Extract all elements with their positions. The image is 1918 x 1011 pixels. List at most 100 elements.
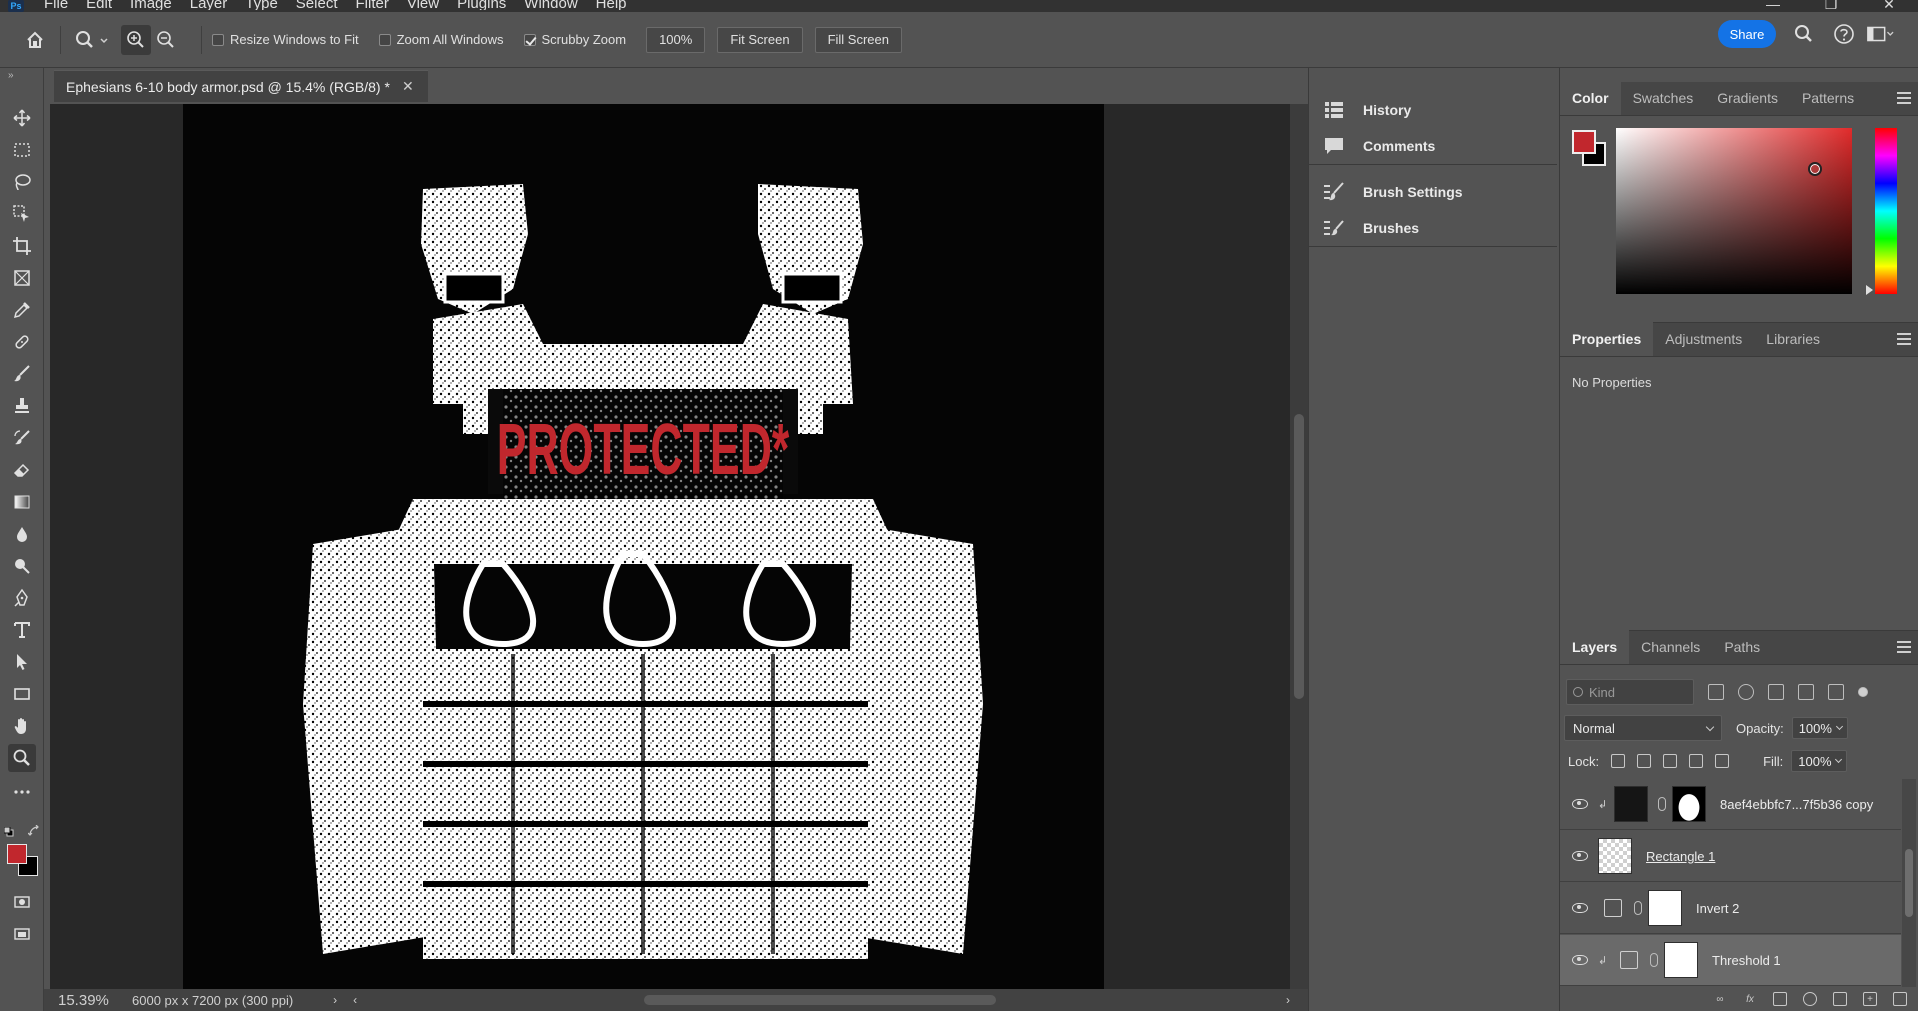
zoom-tool[interactable]	[8, 744, 36, 772]
panel-menu-icon[interactable]	[1897, 92, 1911, 107]
menu-layer[interactable]: Layer	[190, 0, 228, 10]
tab-swatches[interactable]: Swatches	[1621, 81, 1706, 115]
menu-select[interactable]: Select	[296, 0, 338, 10]
new-group-folder-icon[interactable]	[1833, 992, 1847, 1006]
history-panel-button[interactable]: History	[1309, 92, 1557, 128]
layer-row-selected[interactable]: ↲ Threshold 1	[1560, 935, 1901, 986]
search-button[interactable]	[1790, 20, 1818, 48]
close-tab-icon[interactable]: ✕	[402, 78, 414, 95]
layer-row[interactable]: Invert 2	[1560, 883, 1901, 934]
close-window-button[interactable]: ✕	[1860, 0, 1918, 12]
document-canvas[interactable]: PROTECTED*	[183, 104, 1104, 989]
color-field[interactable]	[1616, 128, 1852, 294]
lasso-tool[interactable]	[8, 168, 36, 196]
filter-toggle-icon[interactable]	[1858, 687, 1868, 697]
zoom-in-button[interactable]	[121, 24, 151, 55]
marquee-tool[interactable]	[8, 136, 36, 164]
menu-help[interactable]: Help	[596, 0, 627, 10]
hand-tool[interactable]	[8, 712, 36, 740]
share-button[interactable]: Share	[1718, 20, 1776, 48]
zoom-all-windows-checkbox[interactable]: Zoom All Windows	[378, 32, 504, 47]
pen-tool[interactable]	[8, 584, 36, 612]
new-adjustment-icon[interactable]	[1803, 992, 1817, 1006]
tab-gradients[interactable]: Gradients	[1705, 81, 1790, 115]
opacity-field[interactable]: 100%	[1791, 717, 1848, 739]
hue-slider[interactable]	[1875, 128, 1897, 294]
lock-transparent-icon[interactable]	[1611, 754, 1626, 768]
clone-stamp-tool[interactable]	[8, 392, 36, 420]
home-button[interactable]	[20, 25, 50, 55]
type-tool[interactable]	[8, 616, 36, 644]
scroll-left-icon[interactable]: ‹	[353, 993, 357, 1007]
zoom-tool-preset[interactable]	[71, 25, 101, 55]
scroll-right-icon[interactable]: ›	[1286, 993, 1290, 1007]
visibility-eye-icon[interactable]	[1572, 903, 1588, 913]
panel-menu-icon[interactable]	[1897, 333, 1911, 348]
trash-icon[interactable]	[1893, 992, 1907, 1006]
eraser-tool[interactable]	[8, 456, 36, 484]
filter-adjustment-icon[interactable]	[1738, 684, 1754, 700]
rectangle-tool[interactable]	[8, 680, 36, 708]
panel-menu-icon[interactable]	[1897, 641, 1911, 656]
color-picker-cursor[interactable]	[1808, 162, 1822, 176]
link-chain-icon[interactable]	[1658, 797, 1666, 811]
resize-windows-checkbox[interactable]: Resize Windows to Fit	[212, 32, 359, 47]
fit-screen-button[interactable]: Fit Screen	[717, 26, 803, 53]
checkbox-box[interactable]	[212, 33, 224, 46]
layers-scrollbar-thumb[interactable]	[1905, 849, 1913, 917]
history-brush-tool[interactable]	[8, 424, 36, 452]
menu-filter[interactable]: Filter	[356, 0, 389, 10]
lock-artboard-icon[interactable]	[1689, 754, 1704, 768]
eyedropper-tool[interactable]	[8, 296, 36, 324]
layer-kind-filter[interactable]: Kind	[1566, 679, 1694, 705]
menu-edit[interactable]: Edit	[86, 0, 112, 10]
visibility-eye-icon[interactable]	[1572, 799, 1588, 809]
status-menu-arrow-icon[interactable]: ›	[333, 993, 337, 1007]
quick-mask-button[interactable]	[8, 888, 36, 916]
menu-type[interactable]: Type	[245, 0, 278, 10]
tab-libraries[interactable]: Libraries	[1754, 322, 1832, 356]
blend-mode-select[interactable]: Normal	[1564, 715, 1722, 741]
zoom-percent-field[interactable]: 100%	[646, 26, 706, 53]
document-tab[interactable]: Ephesians 6-10 body armor.psd @ 15.4% (R…	[54, 70, 428, 102]
lock-position-icon[interactable]	[1663, 754, 1678, 768]
panel-foreground-swatch[interactable]	[1572, 130, 1596, 154]
hue-slider-arrow[interactable]	[1866, 285, 1873, 295]
minimize-button[interactable]: —	[1744, 0, 1802, 12]
new-layer-icon[interactable]: +	[1863, 992, 1877, 1006]
horizontal-scrollbar-thumb[interactable]	[644, 995, 996, 1005]
expand-tools-icon[interactable]: »	[8, 70, 14, 81]
menu-plugins[interactable]: Plugins	[457, 0, 506, 10]
crop-tool[interactable]	[8, 232, 36, 260]
tab-properties[interactable]: Properties	[1560, 322, 1654, 356]
chevron-down-icon[interactable]	[99, 35, 109, 45]
scrubby-zoom-checkbox[interactable]: Scrubby Zoom	[523, 32, 626, 47]
link-layers-icon[interactable]: ∞	[1713, 992, 1727, 1006]
default-colors-icon[interactable]	[3, 826, 14, 837]
menu-view[interactable]: View	[407, 0, 439, 10]
filter-type-icon[interactable]	[1768, 684, 1784, 700]
brushes-panel-button[interactable]: Brushes	[1309, 210, 1557, 246]
zoom-out-button[interactable]	[151, 25, 181, 55]
layers-scrollbar[interactable]	[1902, 779, 1916, 987]
filter-smart-object-icon[interactable]	[1828, 684, 1844, 700]
menu-file[interactable]: File	[44, 0, 68, 10]
brush-settings-panel-button[interactable]: Brush Settings	[1309, 174, 1557, 210]
swap-colors-icon[interactable]	[27, 824, 40, 837]
link-chain-icon[interactable]	[1650, 953, 1658, 967]
add-mask-icon[interactable]	[1773, 992, 1787, 1006]
layer-row[interactable]: Rectangle 1	[1560, 831, 1901, 882]
scrollbar-thumb[interactable]	[1294, 414, 1304, 699]
tab-adjustments[interactable]: Adjustments	[1653, 322, 1754, 356]
screen-mode-button[interactable]	[8, 920, 36, 948]
dodge-tool[interactable]	[8, 552, 36, 580]
tab-patterns[interactable]: Patterns	[1790, 81, 1866, 115]
filter-pixel-icon[interactable]	[1708, 684, 1724, 700]
workspace-switcher[interactable]	[1866, 20, 1894, 48]
filter-shape-icon[interactable]	[1798, 684, 1814, 700]
vertical-scrollbar[interactable]	[1290, 104, 1308, 989]
tab-color[interactable]: Color	[1560, 81, 1621, 115]
layer-row[interactable]: ↲ 8aef4ebbfc7...7f5b36 copy	[1560, 779, 1901, 830]
restore-button[interactable]: ❐	[1802, 0, 1860, 12]
more-tools-button[interactable]	[8, 778, 36, 806]
